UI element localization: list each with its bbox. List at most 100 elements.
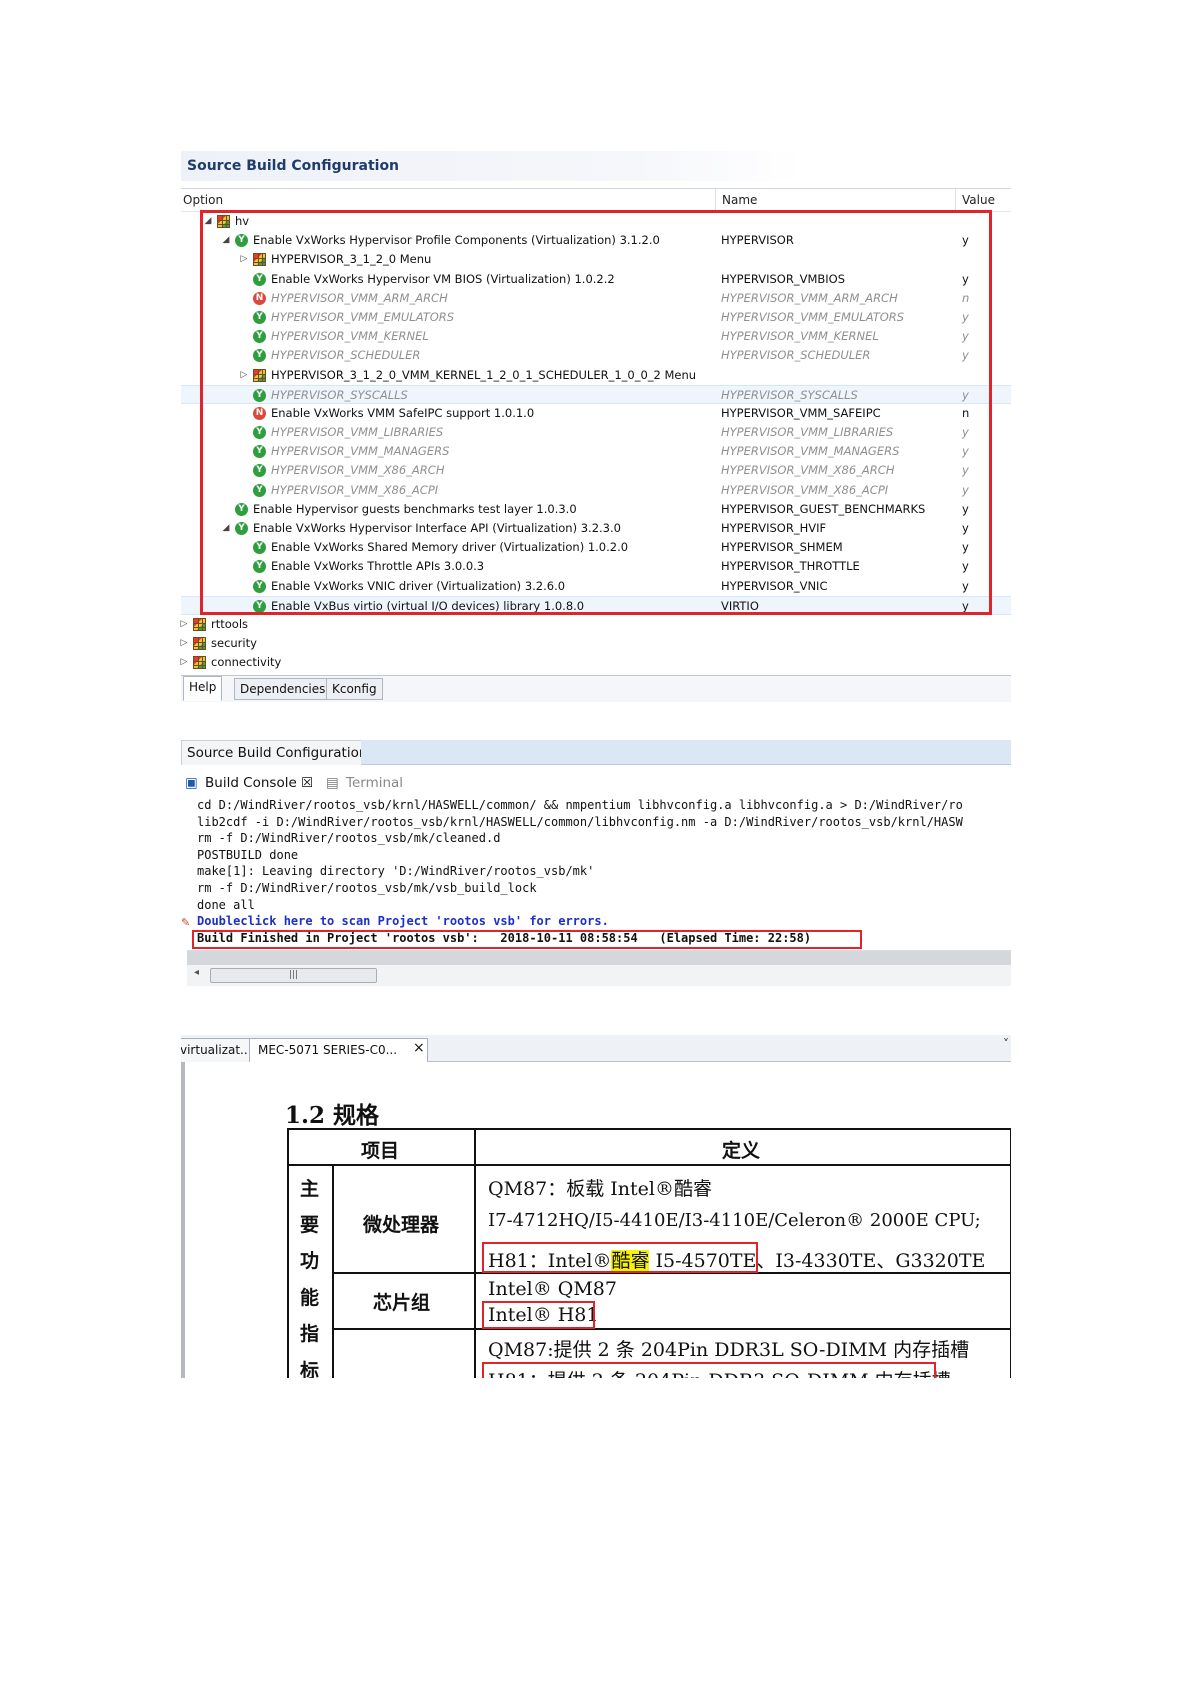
document-page: 1.2 规格 项目 定义 主 要 功 能 指 标 微处理器 QM87：板载 In… xyxy=(181,1062,1011,1378)
option-value[interactable]: n xyxy=(962,404,969,423)
column-header-option[interactable]: Option xyxy=(183,193,223,207)
option-value[interactable]: y xyxy=(962,308,969,327)
option-value[interactable]: y xyxy=(962,442,969,461)
expand-icon[interactable]: ▷ xyxy=(239,366,249,385)
menu-grid-icon xyxy=(193,656,206,670)
option-value[interactable]: y xyxy=(962,500,969,519)
option-label: Enable VxWorks Shared Memory driver (Vir… xyxy=(271,540,629,555)
tree-row[interactable]: Y Enable VxWorks VNIC driver (Virtualizat… xyxy=(181,577,1011,596)
option-value[interactable]: y xyxy=(962,231,969,250)
option-label: HYPERVISOR_VMM_LIBRARIES xyxy=(271,425,444,440)
option-value[interactable]: y xyxy=(962,327,969,346)
expand-icon[interactable]: ▷ xyxy=(179,653,189,672)
tree-row[interactable]: Y HYPERVISOR_VMM_LIBRARIES HYPERVISOR_VMM_… xyxy=(181,423,1011,442)
side-label-char: 要 xyxy=(300,1214,320,1236)
option-value[interactable]: y xyxy=(962,386,969,405)
option-value[interactable]: y xyxy=(962,557,969,576)
tree-row[interactable]: Y HYPERVISOR_VMM_EMULATORS HYPERVISOR_VMM_… xyxy=(181,308,1011,327)
option-value[interactable]: y xyxy=(962,577,969,596)
enabled-option-icon: Y xyxy=(235,522,248,535)
option-name: VIRTIO xyxy=(721,598,759,613)
tab-source-build-configuration[interactable]: Source Build Configuration xyxy=(181,740,374,765)
option-label: Enable VxWorks Hypervisor VM BIOS (Virtu… xyxy=(271,271,615,286)
tree-row[interactable]: N Enable VxWorks VMM SafeIPC support 1.0.… xyxy=(181,404,1011,423)
scroll-left-icon[interactable]: ◂ xyxy=(194,967,199,978)
disabled-option-icon: N xyxy=(253,406,266,420)
option-value[interactable]: y xyxy=(962,346,969,365)
highlight-box xyxy=(482,1362,936,1378)
config-tree[interactable]: ◢ hv ◢ Y Enable VxWorks Hypervisor Profile C… xyxy=(181,212,1011,673)
collapse-icon[interactable]: ◢ xyxy=(221,231,231,250)
terminal-icon: ▤ xyxy=(326,775,339,791)
tab-kconfig[interactable]: Kconfig xyxy=(326,678,383,700)
option-name: HYPERVISOR_SCHEDULER xyxy=(721,348,871,363)
tree-row[interactable]: ◢ Y Enable VxWorks Hypervisor Profile Comp… xyxy=(181,231,1011,250)
enabled-option-icon: Y xyxy=(235,234,248,248)
console-line: lib2cdf -i D:/WindRiver/rootos_vsb/krnl/… xyxy=(197,814,963,829)
tree-row[interactable]: Y HYPERVISOR_VMM_KERNEL HYPERVISOR_VMM_KER… xyxy=(181,327,1011,346)
option-value[interactable]: y xyxy=(962,597,969,616)
tree-row[interactable]: Y Enable VxWorks Throttle APIs 3.0.0.3 HYP… xyxy=(181,557,1011,576)
column-header-name[interactable]: Name xyxy=(722,193,757,207)
tree-row[interactable]: Y HYPERVISOR_VMM_X86_ACPI HYPERVISOR_VMM_X… xyxy=(181,481,1011,500)
tree-row[interactable]: ▷ security xyxy=(181,634,1011,653)
close-icon[interactable]: × xyxy=(413,1040,425,1056)
tab-build-console[interactable]: Build Console ☒ xyxy=(205,775,313,791)
option-value[interactable]: y xyxy=(962,423,969,442)
collapse-icon[interactable]: ◢ xyxy=(221,519,231,538)
option-value[interactable]: n xyxy=(962,289,969,308)
panel-title: Source Build Configuration xyxy=(181,151,1011,181)
tab-dependencies[interactable]: Dependencies xyxy=(234,678,332,700)
option-name: HYPERVISOR_VMM_EMULATORS xyxy=(721,309,905,324)
option-label: Enable VxWorks VNIC driver (Virtualizati… xyxy=(271,578,566,593)
menu-grid-icon xyxy=(193,617,206,631)
option-value[interactable]: y xyxy=(962,481,969,500)
expand-icon[interactable]: ▷ xyxy=(179,634,189,653)
option-value[interactable]: y xyxy=(962,461,969,480)
expand-icon[interactable]: ▷ xyxy=(179,615,189,634)
collapse-icon[interactable]: ◢ xyxy=(203,212,213,231)
tab-terminal[interactable]: Terminal xyxy=(346,775,403,791)
error-marker-icon: ✎ xyxy=(181,916,191,929)
option-name: HYPERVISOR_GUEST_BENCHMARKS xyxy=(721,501,926,516)
tree-row[interactable]: Y Enable VxWorks Hypervisor VM BIOS (Virt… xyxy=(181,270,1011,289)
tree-row[interactable]: ▷ connectivity xyxy=(181,653,1011,672)
scan-errors-link[interactable]: Doubleclick here to scan Project 'rootos… xyxy=(197,913,963,930)
option-label: HYPERVISOR_SYSCALLS xyxy=(271,387,408,402)
tree-row[interactable]: Y Enable Hypervisor guests benchmarks tes… xyxy=(181,500,1011,519)
side-label-char: 标 xyxy=(300,1360,320,1378)
tree-row[interactable]: Y HYPERVISOR_VMM_X86_ARCH HYPERVISOR_VMM_X… xyxy=(181,461,1011,480)
option-name: HYPERVISOR_VMBIOS xyxy=(721,271,846,286)
tree-row[interactable]: N HYPERVISOR_VMM_ARM_ARCH HYPERVISOR_VMM_A… xyxy=(181,289,1011,308)
option-value[interactable]: y xyxy=(962,519,969,538)
tree-row[interactable]: ◢ Y Enable VxWorks Hypervisor Interface AP… xyxy=(181,519,1011,538)
option-label: HYPERVISOR_VMM_ARM_ARCH xyxy=(271,290,448,305)
tree-row[interactable]: Y Enable VxBus virtio (virtual I/O device… xyxy=(181,595,1011,616)
highlight-box xyxy=(482,1301,595,1329)
tab-help[interactable]: Help xyxy=(183,676,223,701)
tree-row[interactable]: Y HYPERVISOR_SYSCALLS HYPERVISOR_SYSCALLS y xyxy=(181,384,1011,405)
tree-row[interactable]: Y Enable VxWorks Shared Memory driver (Vi… xyxy=(181,538,1011,557)
column-header-value[interactable]: Value xyxy=(962,193,995,207)
option-label: HYPERVISOR_3_1_2_0_VMM_KERNEL_1_2_0_1_SC… xyxy=(271,367,697,382)
scroll-thumb[interactable]: ||| xyxy=(210,968,377,983)
tree-row[interactable]: Y HYPERVISOR_VMM_MANAGERS HYPERVISOR_VMM_M… xyxy=(181,442,1011,461)
console-output: cd D:/WindRiver/rootos_vsb/krnl/HASWELL/… xyxy=(197,797,963,946)
tree-row[interactable]: ◢ hv xyxy=(181,212,1011,231)
tab-mec-5071-doc[interactable]: MEC-5071 SERIES-C0... xyxy=(249,1038,429,1062)
horizontal-scrollbar[interactable]: ◂ ||| xyxy=(187,950,1011,986)
tree-row[interactable]: ▷ rttools xyxy=(181,615,1011,634)
tree-row[interactable]: ▷ HYPERVISOR_3_1_2_0 Menu xyxy=(181,250,1011,269)
option-value[interactable]: y xyxy=(962,538,969,557)
bottom-tabs: Help Dependencies Kconfig xyxy=(181,675,1011,702)
option-value[interactable]: y xyxy=(962,270,969,289)
build-console-panel: Source Build Configuration ▣ Build Conso… xyxy=(181,740,1011,986)
table-header: Option Name Value xyxy=(181,188,1011,212)
tree-row[interactable]: ▷ HYPERVISOR_3_1_2_0_VMM_KERNEL_1_2_0_1_S… xyxy=(181,366,1011,385)
expand-icon[interactable]: ▷ xyxy=(239,250,249,269)
option-name: HYPERVISOR_SHMEM xyxy=(721,540,843,555)
option-name: HYPERVISOR_VMM_LIBRARIES xyxy=(721,425,894,440)
menu-grid-icon xyxy=(253,368,266,382)
chevron-down-icon[interactable]: ˅ xyxy=(1003,1037,1009,1051)
tree-row[interactable]: Y HYPERVISOR_SCHEDULER HYPERVISOR_SCHEDULE… xyxy=(181,346,1011,365)
